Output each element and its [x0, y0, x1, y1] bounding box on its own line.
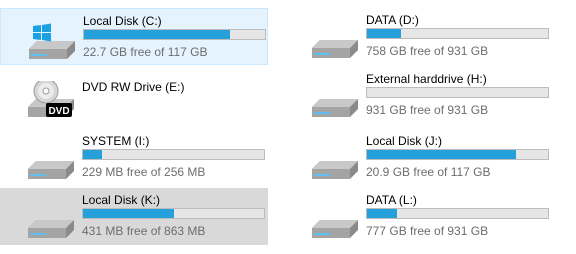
dvd-label: DVD — [48, 106, 69, 117]
usage-bar — [82, 149, 265, 160]
usage-bar-fill — [367, 29, 401, 38]
drive-free-space: 22.7 GB free of 117 GB — [83, 45, 208, 59]
hard-drive-icon — [310, 81, 362, 121]
usage-bar-fill — [83, 150, 102, 159]
drive-item-k[interactable]: Local Disk (K:) 431 MB free of 863 MB — [0, 188, 268, 245]
drive-name: Local Disk (K:) — [82, 193, 161, 207]
drive-item-i[interactable]: SYSTEM (I:) 229 MB free of 256 MB — [0, 129, 268, 186]
drive-item-h[interactable]: External harddrive (H:) 931 GB free of 9… — [284, 67, 552, 124]
usage-bar — [366, 28, 549, 39]
windows-drive-icon — [27, 23, 79, 63]
usage-bar-fill — [83, 209, 174, 218]
usage-bar — [83, 29, 266, 40]
drive-item-d[interactable]: DATA (D:) 758 GB free of 931 GB — [284, 8, 552, 65]
hard-drive-icon — [310, 143, 362, 183]
drive-free-space: 20.9 GB free of 117 GB — [366, 165, 491, 179]
drive-name: External harddrive (H:) — [366, 72, 487, 86]
drive-free-space: 431 MB free of 863 MB — [82, 224, 206, 238]
drive-item-j[interactable]: Local Disk (J:) 20.9 GB free of 117 GB — [284, 129, 552, 186]
drive-free-space: 931 GB free of 931 GB — [366, 103, 489, 117]
drive-item-e[interactable]: DVD DVD RW Drive (E:) — [0, 67, 268, 124]
usage-bar — [82, 208, 265, 219]
hard-drive-icon — [26, 143, 78, 183]
drive-name: Local Disk (J:) — [366, 134, 443, 148]
drive-item-l[interactable]: DATA (L:) 777 GB free of 931 GB — [284, 188, 552, 245]
dvd-drive-icon: DVD — [26, 78, 78, 121]
drive-free-space: 777 GB free of 931 GB — [366, 224, 489, 238]
drive-name: DATA (L:) — [366, 193, 417, 207]
drive-name: Local Disk (C:) — [83, 14, 162, 28]
drive-item-c[interactable]: Local Disk (C:) 22.7 GB free of 117 GB — [0, 8, 268, 65]
drive-name: DATA (D:) — [366, 13, 419, 27]
hard-drive-icon — [26, 202, 78, 242]
drive-name: SYSTEM (I:) — [82, 134, 150, 148]
hard-drive-icon — [310, 22, 362, 62]
hard-drive-icon — [310, 202, 362, 242]
usage-bar — [366, 87, 549, 98]
usage-bar — [366, 208, 549, 219]
drive-free-space: 229 MB free of 256 MB — [82, 165, 206, 179]
usage-bar-fill — [367, 209, 397, 218]
usage-bar-fill — [367, 150, 516, 159]
usage-bar-fill — [84, 30, 230, 39]
usage-bar — [366, 149, 549, 160]
drive-name: DVD RW Drive (E:) — [82, 80, 185, 94]
drive-free-space: 758 GB free of 931 GB — [366, 44, 489, 58]
